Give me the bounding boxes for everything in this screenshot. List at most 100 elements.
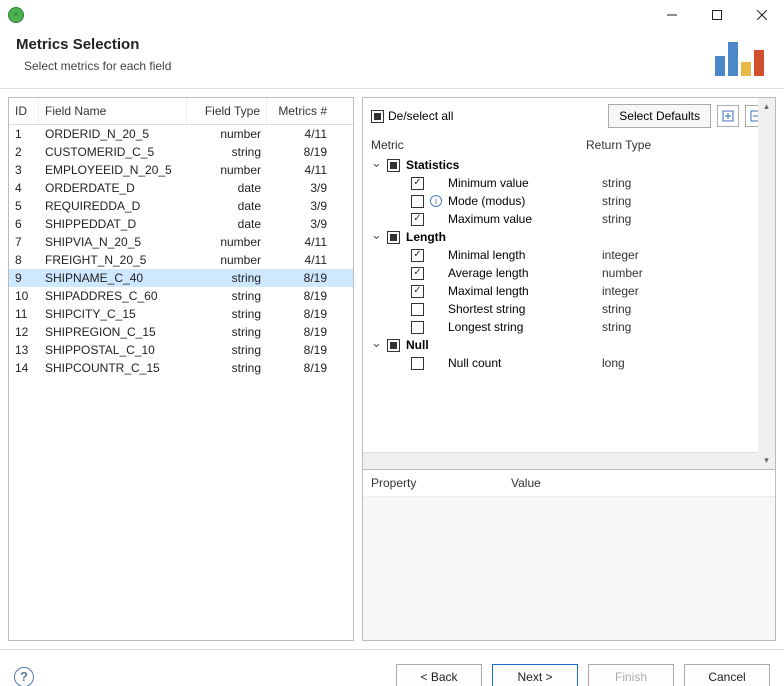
item-checkbox[interactable] bbox=[411, 267, 424, 280]
group-checkbox[interactable] bbox=[387, 339, 400, 352]
metric-group[interactable]: Length bbox=[371, 228, 767, 246]
metric-item[interactable]: Longest stringstring bbox=[411, 318, 767, 336]
col-id[interactable]: ID bbox=[9, 98, 39, 124]
cell-metrics: 3/9 bbox=[267, 197, 337, 215]
col-return-type[interactable]: Return Type bbox=[586, 138, 651, 152]
item-checkbox[interactable] bbox=[411, 195, 424, 208]
table-row[interactable]: 5REQUIREDDA_Ddate3/9 bbox=[9, 197, 353, 215]
metric-item[interactable]: Minimal lengthinteger bbox=[411, 246, 767, 264]
col-property[interactable]: Property bbox=[371, 476, 511, 490]
next-button[interactable]: Next > bbox=[492, 664, 578, 686]
table-row[interactable]: 9SHIPNAME_C_40string8/19 bbox=[9, 269, 353, 287]
table-row[interactable]: 2CUSTOMERID_C_5string8/19 bbox=[9, 143, 353, 161]
metric-group[interactable]: Null bbox=[371, 336, 767, 354]
cell-type: string bbox=[187, 143, 267, 161]
cell-metrics: 4/11 bbox=[267, 251, 337, 269]
finish-button: Finish bbox=[588, 664, 674, 686]
col-type[interactable]: Field Type bbox=[187, 98, 267, 124]
col-name[interactable]: Field Name bbox=[39, 98, 187, 124]
chevron-down-icon[interactable] bbox=[371, 229, 381, 245]
item-return-type: string bbox=[602, 212, 631, 226]
chevron-down-icon[interactable] bbox=[371, 157, 381, 173]
cell-name: CUSTOMERID_C_5 bbox=[39, 143, 187, 161]
deselect-all-label: De/select all bbox=[388, 109, 453, 123]
app-icon bbox=[8, 7, 24, 23]
col-value[interactable]: Value bbox=[511, 476, 541, 490]
property-header: Property Value bbox=[363, 470, 775, 497]
chevron-down-icon[interactable] bbox=[371, 337, 381, 353]
window-buttons bbox=[649, 0, 784, 30]
cell-id: 2 bbox=[9, 143, 39, 161]
wizard-body: ID Field Name Field Type Metrics # 1ORDE… bbox=[0, 89, 784, 649]
help-icon[interactable]: ? bbox=[14, 667, 34, 686]
cell-metrics: 8/19 bbox=[267, 287, 337, 305]
cell-metrics: 8/19 bbox=[267, 305, 337, 323]
metric-item[interactable]: Average lengthnumber bbox=[411, 264, 767, 282]
table-row[interactable]: 4ORDERDATE_Ddate3/9 bbox=[9, 179, 353, 197]
deselect-all-checkbox[interactable] bbox=[371, 110, 384, 123]
group-checkbox[interactable] bbox=[387, 231, 400, 244]
scroll-up-icon[interactable]: ▴ bbox=[758, 98, 775, 115]
metrics-columns: Metric Return Type bbox=[363, 134, 775, 156]
select-defaults-button[interactable]: Select Defaults bbox=[608, 104, 711, 128]
cell-type: string bbox=[187, 305, 267, 323]
scroll-down-icon[interactable]: ▾ bbox=[758, 452, 775, 469]
maximize-button[interactable] bbox=[694, 0, 739, 30]
group-label: Length bbox=[406, 230, 446, 244]
metric-item[interactable]: Minimum valuestring bbox=[411, 174, 767, 192]
item-checkbox[interactable] bbox=[411, 177, 424, 190]
table-row[interactable]: 13SHIPPOSTAL_C_10string8/19 bbox=[9, 341, 353, 359]
cell-metrics: 8/19 bbox=[267, 323, 337, 341]
table-row[interactable]: 8FREIGHT_N_20_5number4/11 bbox=[9, 251, 353, 269]
table-row[interactable]: 7SHIPVIA_N_20_5number4/11 bbox=[9, 233, 353, 251]
table-row[interactable]: 14SHIPCOUNTR_C_15string8/19 bbox=[9, 359, 353, 377]
item-return-type: integer bbox=[602, 284, 639, 298]
table-row[interactable]: 12SHIPREGION_C_15string8/19 bbox=[9, 323, 353, 341]
back-button[interactable]: < Back bbox=[396, 664, 482, 686]
metrics-top: De/select all Select Defaults Metric Ret… bbox=[363, 98, 775, 470]
cell-type: date bbox=[187, 179, 267, 197]
col-metrics[interactable]: Metrics # bbox=[267, 98, 337, 124]
col-metric[interactable]: Metric bbox=[371, 138, 586, 152]
table-row[interactable]: 1ORDERID_N_20_5number4/11 bbox=[9, 125, 353, 143]
cell-id: 11 bbox=[9, 305, 39, 323]
item-checkbox[interactable] bbox=[411, 357, 424, 370]
metric-group[interactable]: Statistics bbox=[371, 156, 767, 174]
group-checkbox[interactable] bbox=[387, 159, 400, 172]
titlebar bbox=[0, 0, 784, 30]
metric-item[interactable]: Null countlong bbox=[411, 354, 767, 372]
vertical-scrollbar[interactable]: ▴ ▾ bbox=[758, 98, 775, 469]
cell-name: SHIPNAME_C_40 bbox=[39, 269, 187, 287]
item-checkbox[interactable] bbox=[411, 285, 424, 298]
cell-id: 12 bbox=[9, 323, 39, 341]
group-label: Statistics bbox=[406, 158, 459, 172]
bars-icon bbox=[715, 36, 768, 76]
cell-metrics: 4/11 bbox=[267, 125, 337, 143]
item-checkbox[interactable] bbox=[411, 321, 424, 334]
table-row[interactable]: 3EMPLOYEEID_N_20_5number4/11 bbox=[9, 161, 353, 179]
item-checkbox[interactable] bbox=[411, 249, 424, 262]
table-row[interactable]: 6SHIPPEDDAT_Ddate3/9 bbox=[9, 215, 353, 233]
metric-item[interactable]: Shortest stringstring bbox=[411, 300, 767, 318]
expand-all-button[interactable] bbox=[717, 105, 739, 127]
horizontal-scrollbar[interactable] bbox=[363, 452, 775, 469]
info-icon[interactable]: i bbox=[430, 195, 442, 207]
cell-id: 9 bbox=[9, 269, 39, 287]
item-return-type: number bbox=[602, 266, 643, 280]
page-title: Metrics Selection bbox=[16, 36, 715, 53]
metric-item[interactable]: Maximal lengthinteger bbox=[411, 282, 767, 300]
cancel-button[interactable]: Cancel bbox=[684, 664, 770, 686]
metric-item[interactable]: iMode (modus)string bbox=[411, 192, 767, 210]
metric-item[interactable]: Maximum valuestring bbox=[411, 210, 767, 228]
cell-name: SHIPADDRES_C_60 bbox=[39, 287, 187, 305]
minimize-button[interactable] bbox=[649, 0, 694, 30]
fields-header: ID Field Name Field Type Metrics # bbox=[9, 98, 353, 125]
table-row[interactable]: 10SHIPADDRES_C_60string8/19 bbox=[9, 287, 353, 305]
cell-id: 13 bbox=[9, 341, 39, 359]
cell-name: SHIPCOUNTR_C_15 bbox=[39, 359, 187, 377]
item-checkbox[interactable] bbox=[411, 303, 424, 316]
cell-metrics: 8/19 bbox=[267, 341, 337, 359]
item-checkbox[interactable] bbox=[411, 213, 424, 226]
close-button[interactable] bbox=[739, 0, 784, 30]
table-row[interactable]: 11SHIPCITY_C_15string8/19 bbox=[9, 305, 353, 323]
